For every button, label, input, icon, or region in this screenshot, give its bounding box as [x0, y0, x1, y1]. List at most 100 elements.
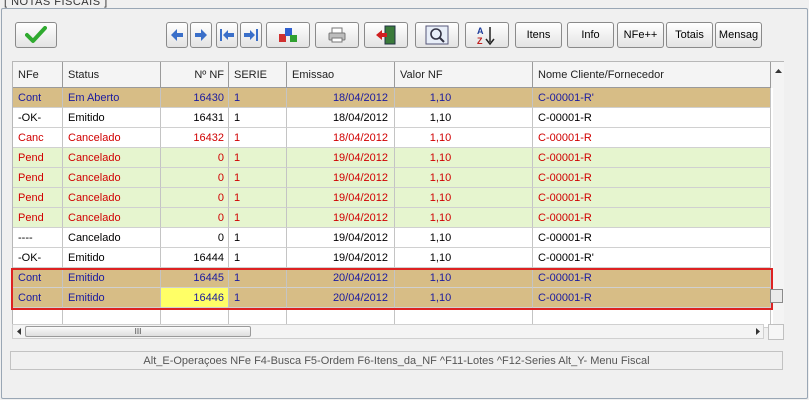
cell-valor-nf[interactable]: 1,10	[395, 188, 533, 208]
last-record-button[interactable]	[240, 22, 262, 48]
column-header-nfe[interactable]: NFe	[13, 62, 63, 88]
cell-nome-cliente[interactable]: C-00001-R	[533, 188, 771, 208]
column-header-serie[interactable]: SERIE	[229, 62, 287, 88]
first-record-button[interactable]	[216, 22, 238, 48]
cell-num-nf[interactable]: 0	[161, 168, 229, 188]
cell-nfe[interactable]: Cont	[13, 88, 63, 108]
vertical-scrollbar[interactable]	[773, 62, 784, 325]
cell-serie[interactable]: 1	[229, 208, 287, 228]
cell-nfe[interactable]: ----	[13, 228, 63, 248]
cell-valor-nf[interactable]: 1,10	[395, 248, 533, 268]
table-row[interactable]: Pend Cancelado 0 1 19/04/2012 1,10 C-00001-R	[13, 168, 771, 188]
blocks-button[interactable]	[266, 22, 310, 48]
cell-nfe[interactable]: Canc	[13, 128, 63, 148]
cell-valor-nf[interactable]: 1,10	[395, 208, 533, 228]
scroll-up-icon[interactable]	[773, 66, 784, 76]
cell-serie[interactable]: 1	[229, 88, 287, 108]
cell-status[interactable]: Emitido	[63, 108, 161, 128]
cell-nfe[interactable]: Pend	[13, 148, 63, 168]
cell-valor-nf[interactable]: 1,10	[395, 148, 533, 168]
cell-emissao[interactable]: 19/04/2012	[287, 148, 395, 168]
cell-valor-nf[interactable]: 1,10	[395, 128, 533, 148]
cell-nome-cliente[interactable]: C-00001-R'	[533, 88, 771, 108]
cell-num-nf[interactable]: 16430	[161, 88, 229, 108]
cell-num-nf[interactable]: 0	[161, 148, 229, 168]
cell-emissao[interactable]: 19/04/2012	[287, 208, 395, 228]
cell-emissao[interactable]: 18/04/2012	[287, 88, 395, 108]
cell-status[interactable]: Cancelado	[63, 188, 161, 208]
cell-status[interactable]: Emitido	[63, 248, 161, 268]
info-button[interactable]: Info	[567, 22, 614, 48]
cell-num-nf[interactable]: 0	[161, 228, 229, 248]
cell-nome-cliente[interactable]: C-00001-R	[533, 108, 771, 128]
exit-button[interactable]	[364, 22, 408, 48]
cell-status[interactable]: Cancelado	[63, 168, 161, 188]
cell-valor-nf[interactable]: 1,10	[395, 168, 533, 188]
cell-nfe[interactable]: Pend	[13, 168, 63, 188]
cell-emissao[interactable]: 19/04/2012	[287, 188, 395, 208]
cell-emissao[interactable]: 19/04/2012	[287, 168, 395, 188]
cell-status[interactable]: Cancelado	[63, 228, 161, 248]
cell-emissao[interactable]: 19/04/2012	[287, 248, 395, 268]
cell-emissao[interactable]: 18/04/2012	[287, 128, 395, 148]
table-row[interactable]: Pend Cancelado 0 1 19/04/2012 1,10 C-00001-R	[13, 208, 771, 228]
prev-record-button[interactable]	[166, 22, 188, 48]
cell-num-nf[interactable]: 0	[161, 208, 229, 228]
cell-status[interactable]: Cancelado	[63, 208, 161, 228]
cell-num-nf[interactable]: 16432	[161, 128, 229, 148]
cell-num-nf[interactable]: 0	[161, 188, 229, 208]
confirm-button[interactable]	[15, 22, 57, 48]
cell-nome-cliente[interactable]: C-00001-R'	[533, 248, 771, 268]
sort-button[interactable]: AZ	[465, 22, 509, 48]
cell-nfe[interactable]: -OK-	[13, 248, 63, 268]
table-row[interactable]: Cont Em Aberto 16430 1 18/04/2012 1,10 C-00001…	[13, 88, 771, 108]
cell-emissao[interactable]: 19/04/2012	[287, 228, 395, 248]
cell-nome-cliente[interactable]: C-00001-R	[533, 228, 771, 248]
column-header-nome-cliente[interactable]: Nome Cliente/Fornecedor	[533, 62, 771, 88]
cell-valor-nf[interactable]: 1,10	[395, 88, 533, 108]
table-row[interactable]: -OK- Emitido 16431 1 18/04/2012 1,10 C-00001-R	[13, 108, 771, 128]
cell-serie[interactable]: 1	[229, 128, 287, 148]
cell-nome-cliente[interactable]: C-00001-R	[533, 148, 771, 168]
cell-num-nf[interactable]: 16444	[161, 248, 229, 268]
cell-nome-cliente[interactable]: C-00001-R	[533, 128, 771, 148]
cell-nfe[interactable]: Pend	[13, 208, 63, 228]
scroll-right-icon[interactable]	[753, 325, 763, 338]
table-row[interactable]: -OK- Emitido 16444 1 19/04/2012 1,10 C-00001-R…	[13, 248, 771, 268]
cell-serie[interactable]: 1	[229, 108, 287, 128]
cell-serie[interactable]: 1	[229, 188, 287, 208]
cell-nfe[interactable]: Pend	[13, 188, 63, 208]
itens-button[interactable]: Itens	[515, 22, 562, 48]
mensag-button[interactable]: Mensag	[715, 22, 762, 48]
cell-nome-cliente[interactable]: C-00001-R	[533, 168, 771, 188]
search-button[interactable]	[415, 22, 459, 48]
cell-status[interactable]: Em Aberto	[63, 88, 161, 108]
column-header-valor-nf[interactable]: Valor NF	[395, 62, 533, 88]
cell-valor-nf[interactable]: 1,10	[395, 228, 533, 248]
cell-num-nf[interactable]: 16431	[161, 108, 229, 128]
print-button[interactable]	[315, 22, 359, 48]
vertical-scroll-thumb[interactable]	[770, 289, 783, 303]
table-row[interactable]: Canc Cancelado 16432 1 18/04/2012 1,10 C-00001…	[13, 128, 771, 148]
cell-serie[interactable]: 1	[229, 248, 287, 268]
table-row[interactable]: Pend Cancelado 0 1 19/04/2012 1,10 C-00001-R	[13, 188, 771, 208]
cell-serie[interactable]: 1	[229, 148, 287, 168]
cell-nome-cliente[interactable]: C-00001-R	[533, 208, 771, 228]
cell-serie[interactable]: 1	[229, 168, 287, 188]
cell-status[interactable]: Cancelado	[63, 148, 161, 168]
next-record-button[interactable]	[190, 22, 212, 48]
cell-nfe[interactable]: -OK-	[13, 108, 63, 128]
cell-valor-nf[interactable]: 1,10	[395, 108, 533, 128]
column-header-status[interactable]: Status	[63, 62, 161, 88]
horizontal-scroll-thumb[interactable]: III	[25, 326, 251, 337]
cell-status[interactable]: Cancelado	[63, 128, 161, 148]
cell-serie[interactable]: 1	[229, 228, 287, 248]
horizontal-scrollbar[interactable]: III	[12, 324, 764, 339]
cell-emissao[interactable]: 18/04/2012	[287, 108, 395, 128]
nfe-plus-button[interactable]: NFe++	[617, 22, 664, 48]
table-row[interactable]: ---- Cancelado 0 1 19/04/2012 1,10 C-00001-R	[13, 228, 771, 248]
column-header-emissao[interactable]: Emissao	[287, 62, 395, 88]
column-header-num-nf[interactable]: Nº NF	[161, 62, 229, 88]
table-row[interactable]: Pend Cancelado 0 1 19/04/2012 1,10 C-00001-R	[13, 148, 771, 168]
scroll-left-icon[interactable]	[14, 325, 24, 338]
